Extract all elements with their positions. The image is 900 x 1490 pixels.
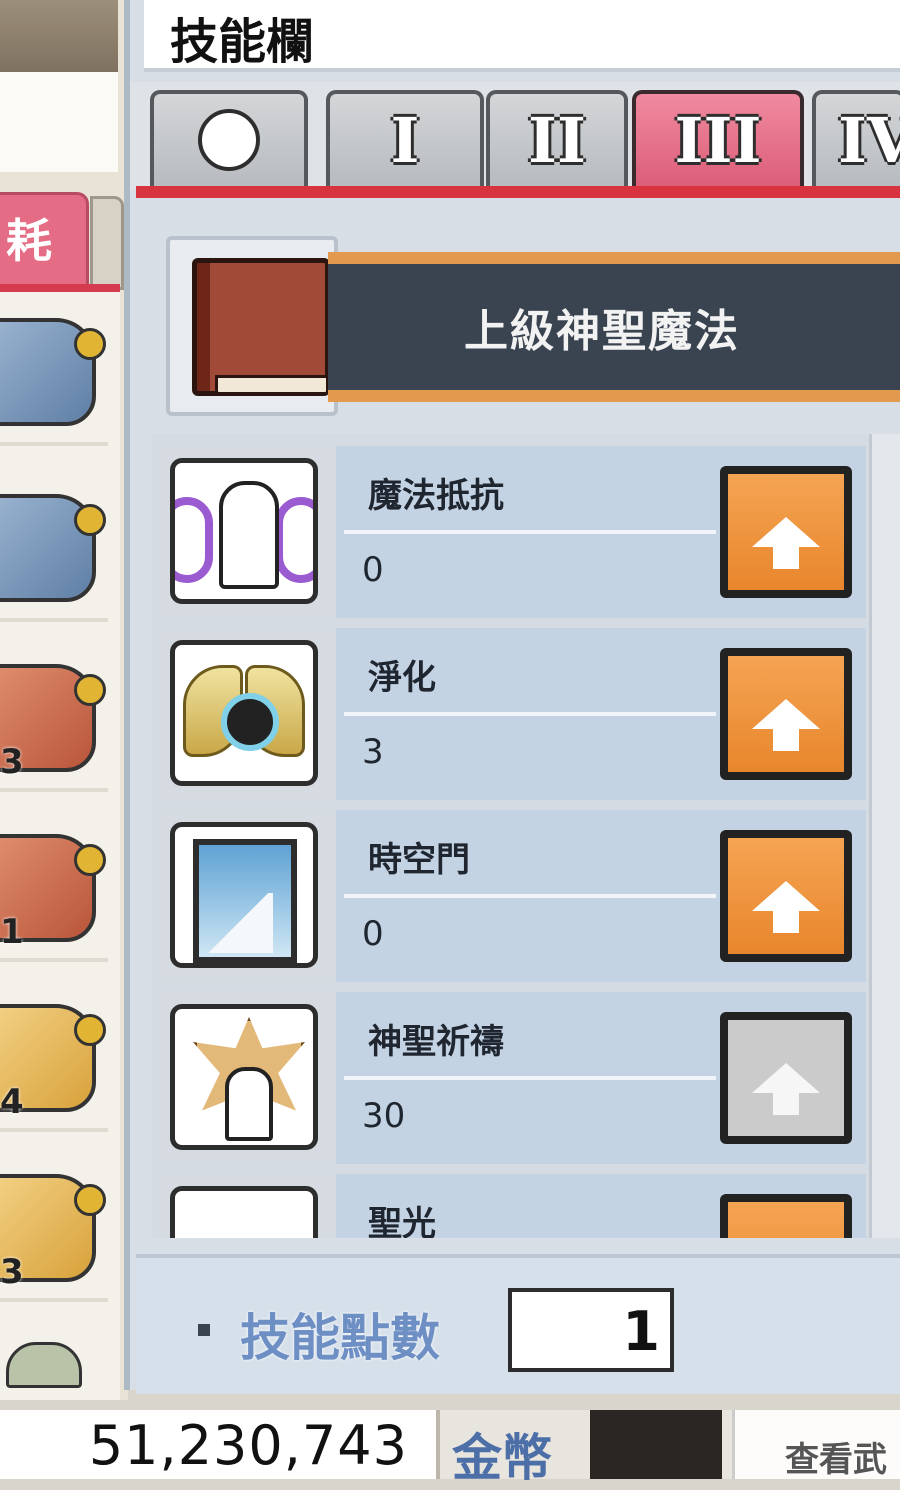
inventory-header bbox=[0, 0, 118, 72]
inventory-slot[interactable]: 3 bbox=[0, 1148, 108, 1302]
skill-points-label: 技能點數 bbox=[240, 1309, 440, 1367]
wing-shape bbox=[275, 497, 313, 583]
meso-label: 金幣 bbox=[452, 1429, 552, 1487]
tab-job-4[interactable]: IV bbox=[812, 90, 900, 186]
tab-label: IV bbox=[838, 103, 900, 177]
item-count: 4 bbox=[0, 1082, 24, 1122]
view-equipment-label: 查看武 bbox=[785, 1440, 887, 1480]
divider bbox=[344, 1076, 716, 1080]
meso-value: 51,230,743 bbox=[88, 1414, 408, 1477]
figure-shape bbox=[225, 1067, 273, 1141]
skill-name: 聖光 bbox=[368, 1204, 436, 1238]
level-up-button[interactable] bbox=[720, 830, 852, 962]
inventory-tab-underline bbox=[0, 284, 120, 292]
item-count: 1 bbox=[0, 912, 24, 952]
skill-icon-frame bbox=[158, 1174, 336, 1238]
job-icon-frame bbox=[166, 236, 338, 416]
skill-icon-frame bbox=[158, 992, 336, 1164]
divider bbox=[344, 894, 716, 898]
divider bbox=[344, 712, 716, 716]
dark-panel bbox=[590, 1410, 722, 1479]
level-up-button[interactable] bbox=[720, 466, 852, 598]
job-name-bar: 上級神聖魔法 bbox=[328, 252, 900, 402]
door-shape bbox=[193, 839, 297, 963]
skill-points-value: 1 bbox=[622, 1300, 660, 1363]
tab-job-1[interactable]: I bbox=[326, 90, 484, 186]
item-icon bbox=[6, 1342, 82, 1388]
job-tab-bar: I II III IV bbox=[130, 82, 900, 190]
bottom-bar: 51,230,743 金幣 查看武 bbox=[0, 1410, 900, 1487]
arrow-up-icon bbox=[752, 699, 820, 751]
level-up-button[interactable] bbox=[720, 648, 852, 780]
divider bbox=[344, 530, 716, 534]
skill-list: 魔法抵抗 0 淨化 3 時空門 0 神聖祈禱 30 聖光 bbox=[152, 434, 900, 1238]
skill-points-bar: 技能點數 1 bbox=[136, 1254, 900, 1394]
book-icon bbox=[192, 258, 330, 396]
inventory-tab-consume[interactable]: 耗 bbox=[0, 192, 89, 290]
holy-prayer-icon[interactable] bbox=[170, 1004, 318, 1150]
skill-level: 3 bbox=[362, 732, 384, 772]
inventory-slot[interactable]: 3 bbox=[0, 638, 108, 792]
skill-points-box: 1 bbox=[508, 1288, 674, 1372]
magic-resistance-icon[interactable] bbox=[170, 458, 318, 604]
skill-row[interactable]: 淨化 3 bbox=[158, 628, 866, 800]
item-count: 3 bbox=[0, 1252, 24, 1292]
skill-level: 0 bbox=[362, 914, 384, 954]
skill-row[interactable]: 時空門 0 bbox=[158, 810, 866, 982]
skill-icon-frame bbox=[158, 446, 336, 618]
inventory-panel: 耗 3 1 4 3 bbox=[0, 0, 128, 1400]
skill-window: 技能欄 I II III IV 上級神聖魔法 bbox=[124, 0, 900, 1394]
arrow-up-icon bbox=[752, 517, 820, 569]
skill-name: 時空門 bbox=[368, 840, 470, 880]
meso-display: 51,230,743 bbox=[0, 1410, 440, 1479]
inventory-slot[interactable] bbox=[0, 292, 108, 446]
window-titlebar[interactable]: 技能欄 bbox=[144, 0, 900, 72]
holy-light-icon[interactable] bbox=[170, 1186, 318, 1238]
tab-underline bbox=[136, 186, 900, 198]
window-title: 技能欄 bbox=[170, 14, 315, 70]
mystic-door-icon[interactable] bbox=[170, 822, 318, 968]
tab-beginner[interactable] bbox=[150, 90, 308, 186]
inventory-slot[interactable] bbox=[0, 468, 108, 622]
tab-label: III bbox=[674, 103, 762, 177]
arrow-up-icon bbox=[752, 881, 820, 933]
skill-icon-frame bbox=[158, 628, 336, 800]
inventory-item-list: 3 1 4 3 bbox=[0, 292, 120, 1400]
figure-shape bbox=[219, 481, 279, 589]
purification-icon[interactable] bbox=[170, 640, 318, 786]
inventory-slot[interactable]: 4 bbox=[0, 978, 108, 1132]
item-count: 3 bbox=[0, 742, 24, 782]
bullet-icon bbox=[198, 1324, 210, 1336]
blue-scroll-icon bbox=[0, 318, 106, 426]
blue-scroll-icon bbox=[0, 494, 106, 602]
skill-list-scrollbar[interactable] bbox=[869, 434, 900, 1238]
inventory-slot[interactable]: 1 bbox=[0, 808, 108, 962]
tab-job-2[interactable]: II bbox=[486, 90, 628, 186]
skill-row[interactable]: 魔法抵抗 0 bbox=[158, 446, 866, 618]
skill-name: 淨化 bbox=[368, 658, 436, 698]
circle-icon bbox=[198, 109, 260, 171]
inventory-slot[interactable] bbox=[0, 1318, 108, 1398]
arrow-up-icon bbox=[752, 1063, 820, 1115]
view-equipment-button[interactable]: 查看武 bbox=[732, 1410, 900, 1480]
tab-job-3[interactable]: III bbox=[632, 90, 804, 186]
eye-shape bbox=[221, 693, 279, 751]
job-banner: 上級神聖魔法 bbox=[152, 228, 900, 418]
skill-row[interactable]: 神聖祈禱 30 bbox=[158, 992, 866, 1164]
job-name: 上級神聖魔法 bbox=[464, 306, 740, 357]
inventory-title-area bbox=[0, 72, 118, 172]
level-up-button-disabled bbox=[720, 1012, 852, 1144]
skill-icon-frame bbox=[158, 810, 336, 982]
tab-label: II bbox=[527, 103, 586, 177]
skill-level: 0 bbox=[362, 550, 384, 590]
skill-row[interactable]: 聖光 bbox=[158, 1174, 866, 1238]
skill-name: 神聖祈禱 bbox=[368, 1022, 504, 1062]
inventory-tab-next[interactable] bbox=[90, 196, 124, 290]
level-up-button[interactable] bbox=[720, 1194, 852, 1238]
skill-level: 30 bbox=[362, 1096, 406, 1136]
stairs-shape bbox=[203, 893, 273, 953]
wing-shape bbox=[175, 497, 213, 583]
tab-label: I bbox=[390, 103, 420, 177]
skill-name: 魔法抵抗 bbox=[368, 476, 504, 516]
